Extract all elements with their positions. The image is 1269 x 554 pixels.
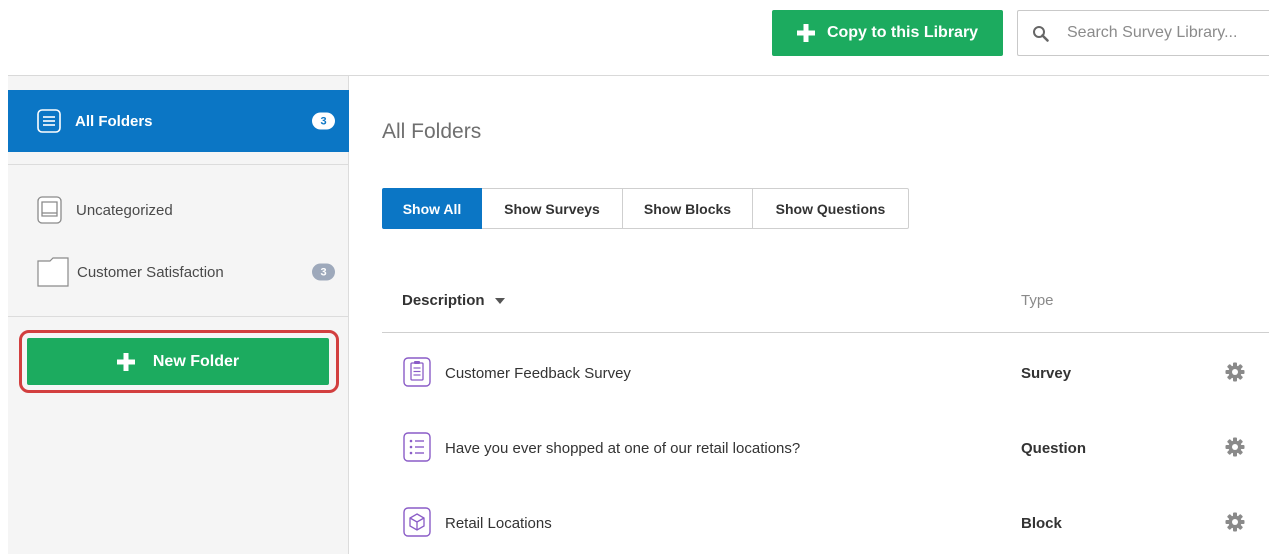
list-folder-icon (37, 109, 61, 133)
sidebar-divider (8, 316, 349, 317)
block-icon (403, 507, 431, 537)
tab-show-questions[interactable]: Show Questions (753, 188, 909, 229)
sidebar-item-label: Customer Satisfaction (77, 263, 224, 281)
sort-down-icon (494, 297, 505, 304)
gear-icon[interactable] (1225, 437, 1245, 457)
tab-show-surveys[interactable]: Show Surveys (482, 188, 623, 229)
new-folder-label: New Folder (152, 352, 240, 370)
sidebar-item-uncategorized[interactable]: Uncategorized (8, 186, 349, 234)
row-type: Block (1021, 514, 1062, 532)
plus-icon (116, 352, 135, 371)
sidebar-item-label: All Folders (75, 112, 153, 130)
row-type: Question (1021, 439, 1087, 457)
gear-icon[interactable] (1225, 512, 1245, 532)
survey-icon (403, 357, 431, 387)
question-icon (403, 432, 431, 462)
filter-tabs: Show All Show Surveys Show Blocks Show Q… (382, 188, 909, 229)
sidebar: All Folders 3 Uncategorized Customer Sat… (8, 76, 349, 554)
search-input[interactable] (1065, 23, 1255, 43)
new-folder-button[interactable]: New Folder (27, 338, 329, 385)
sidebar-divider (8, 164, 349, 165)
copy-button-label: Copy to this Library (826, 24, 979, 41)
sidebar-item-customer-satisfaction[interactable]: Customer Satisfaction 3 (8, 248, 349, 296)
copy-to-library-button[interactable]: Copy to this Library (772, 10, 1003, 56)
row-description: Customer Feedback Survey (445, 364, 631, 382)
table-row[interactable]: Have you ever shopped at one of our reta… (382, 428, 1269, 468)
column-header-description[interactable]: Description (402, 292, 505, 309)
row-description: Retail Locations (445, 514, 552, 532)
column-header-type: Type (1021, 292, 1054, 309)
table-row[interactable]: Retail Locations Block (382, 503, 1269, 543)
count-badge: 3 (312, 263, 335, 281)
plus-icon (796, 24, 815, 42)
count-badge: 3 (312, 112, 335, 130)
sidebar-item-label: Uncategorized (76, 201, 173, 219)
tab-show-blocks[interactable]: Show Blocks (623, 188, 753, 229)
folder-icon (37, 257, 69, 287)
page-title: All Folders (382, 120, 482, 143)
search-icon (1033, 25, 1049, 42)
table-header-divider (382, 332, 1269, 333)
tab-show-all[interactable]: Show All (382, 188, 482, 229)
row-type: Survey (1021, 364, 1072, 382)
table-row[interactable]: Customer Feedback Survey Survey (382, 353, 1269, 393)
sidebar-item-all-folders[interactable]: All Folders 3 (8, 90, 349, 152)
search-box[interactable] (1017, 10, 1269, 56)
inbox-tray-icon (37, 196, 62, 224)
gear-icon[interactable] (1225, 362, 1245, 382)
column-label: Description (402, 292, 485, 309)
row-description: Have you ever shopped at one of our reta… (445, 439, 801, 457)
